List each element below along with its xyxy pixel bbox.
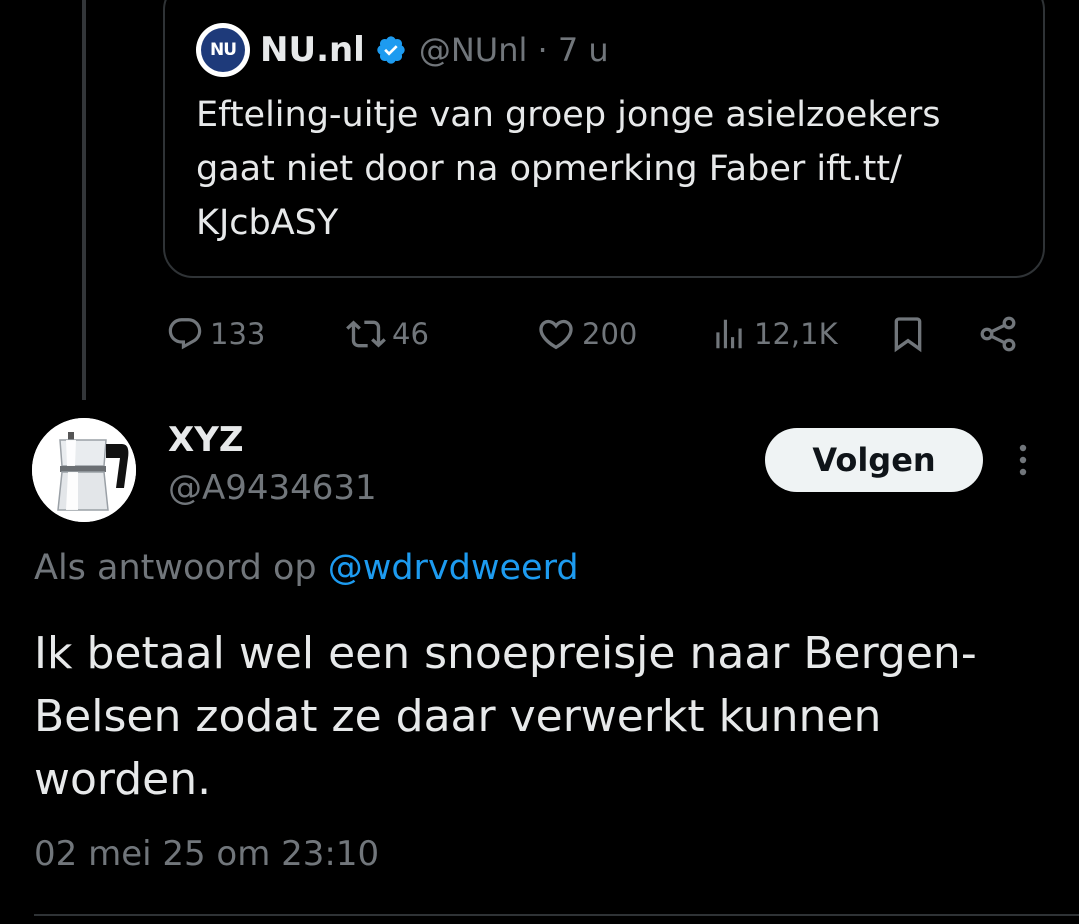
moka-pot-icon — [32, 418, 136, 522]
more-icon[interactable] — [1008, 438, 1038, 482]
reply-to-line: Als antwoord op @wdrvdweerd — [34, 548, 579, 588]
divider — [34, 914, 1079, 916]
tweet-text: Ik betaal wel een snoepreisje naar Berge… — [34, 628, 977, 805]
views-count: 12,1K — [754, 317, 838, 351]
quoted-source-name[interactable]: NU.nl — [260, 30, 365, 70]
reply-to-prefix: Als antwoord op — [34, 548, 328, 588]
bookmark-action[interactable] — [888, 306, 928, 362]
verified-icon — [377, 36, 405, 64]
tweet-actions-bar: 133 46 200 12,1K — [166, 306, 1036, 362]
views-action[interactable]: 12,1K — [710, 306, 838, 362]
reply-to-mention-link[interactable]: @wdrvdweerd — [328, 548, 579, 588]
like-action[interactable]: 200 — [536, 306, 637, 362]
user-name[interactable]: XYZ — [168, 420, 244, 460]
like-icon — [539, 319, 573, 350]
bookmark-icon — [894, 317, 922, 353]
reply-count: 133 — [210, 317, 266, 351]
follow-button[interactable]: Volgen — [765, 428, 983, 492]
user-avatar[interactable] — [32, 418, 136, 522]
nu-logo-avatar[interactable]: NU — [196, 23, 250, 77]
quoted-handle-time[interactable]: @NUnl · 7 u — [419, 31, 609, 69]
share-icon — [980, 316, 1016, 352]
share-action[interactable] — [976, 306, 1020, 362]
user-handle[interactable]: @A9434631 — [168, 468, 377, 508]
quoted-tweet-header: NU NU.nl @NUnl · 7 u — [196, 23, 609, 77]
repost-icon — [346, 320, 386, 348]
reply-icon — [168, 318, 202, 350]
tweet-timestamp[interactable]: 02 mei 25 om 23:10 — [34, 834, 379, 874]
quoted-tweet-text: Efteling-uitje van groep jonge asielzoek… — [196, 95, 941, 243]
nu-logo-text: NU — [201, 28, 245, 72]
repost-count: 46 — [392, 317, 429, 351]
thread-line — [82, 0, 86, 400]
reply-action[interactable]: 133 — [166, 306, 265, 362]
repost-action[interactable]: 46 — [346, 306, 429, 362]
like-count: 200 — [582, 317, 638, 351]
views-icon — [716, 319, 742, 349]
